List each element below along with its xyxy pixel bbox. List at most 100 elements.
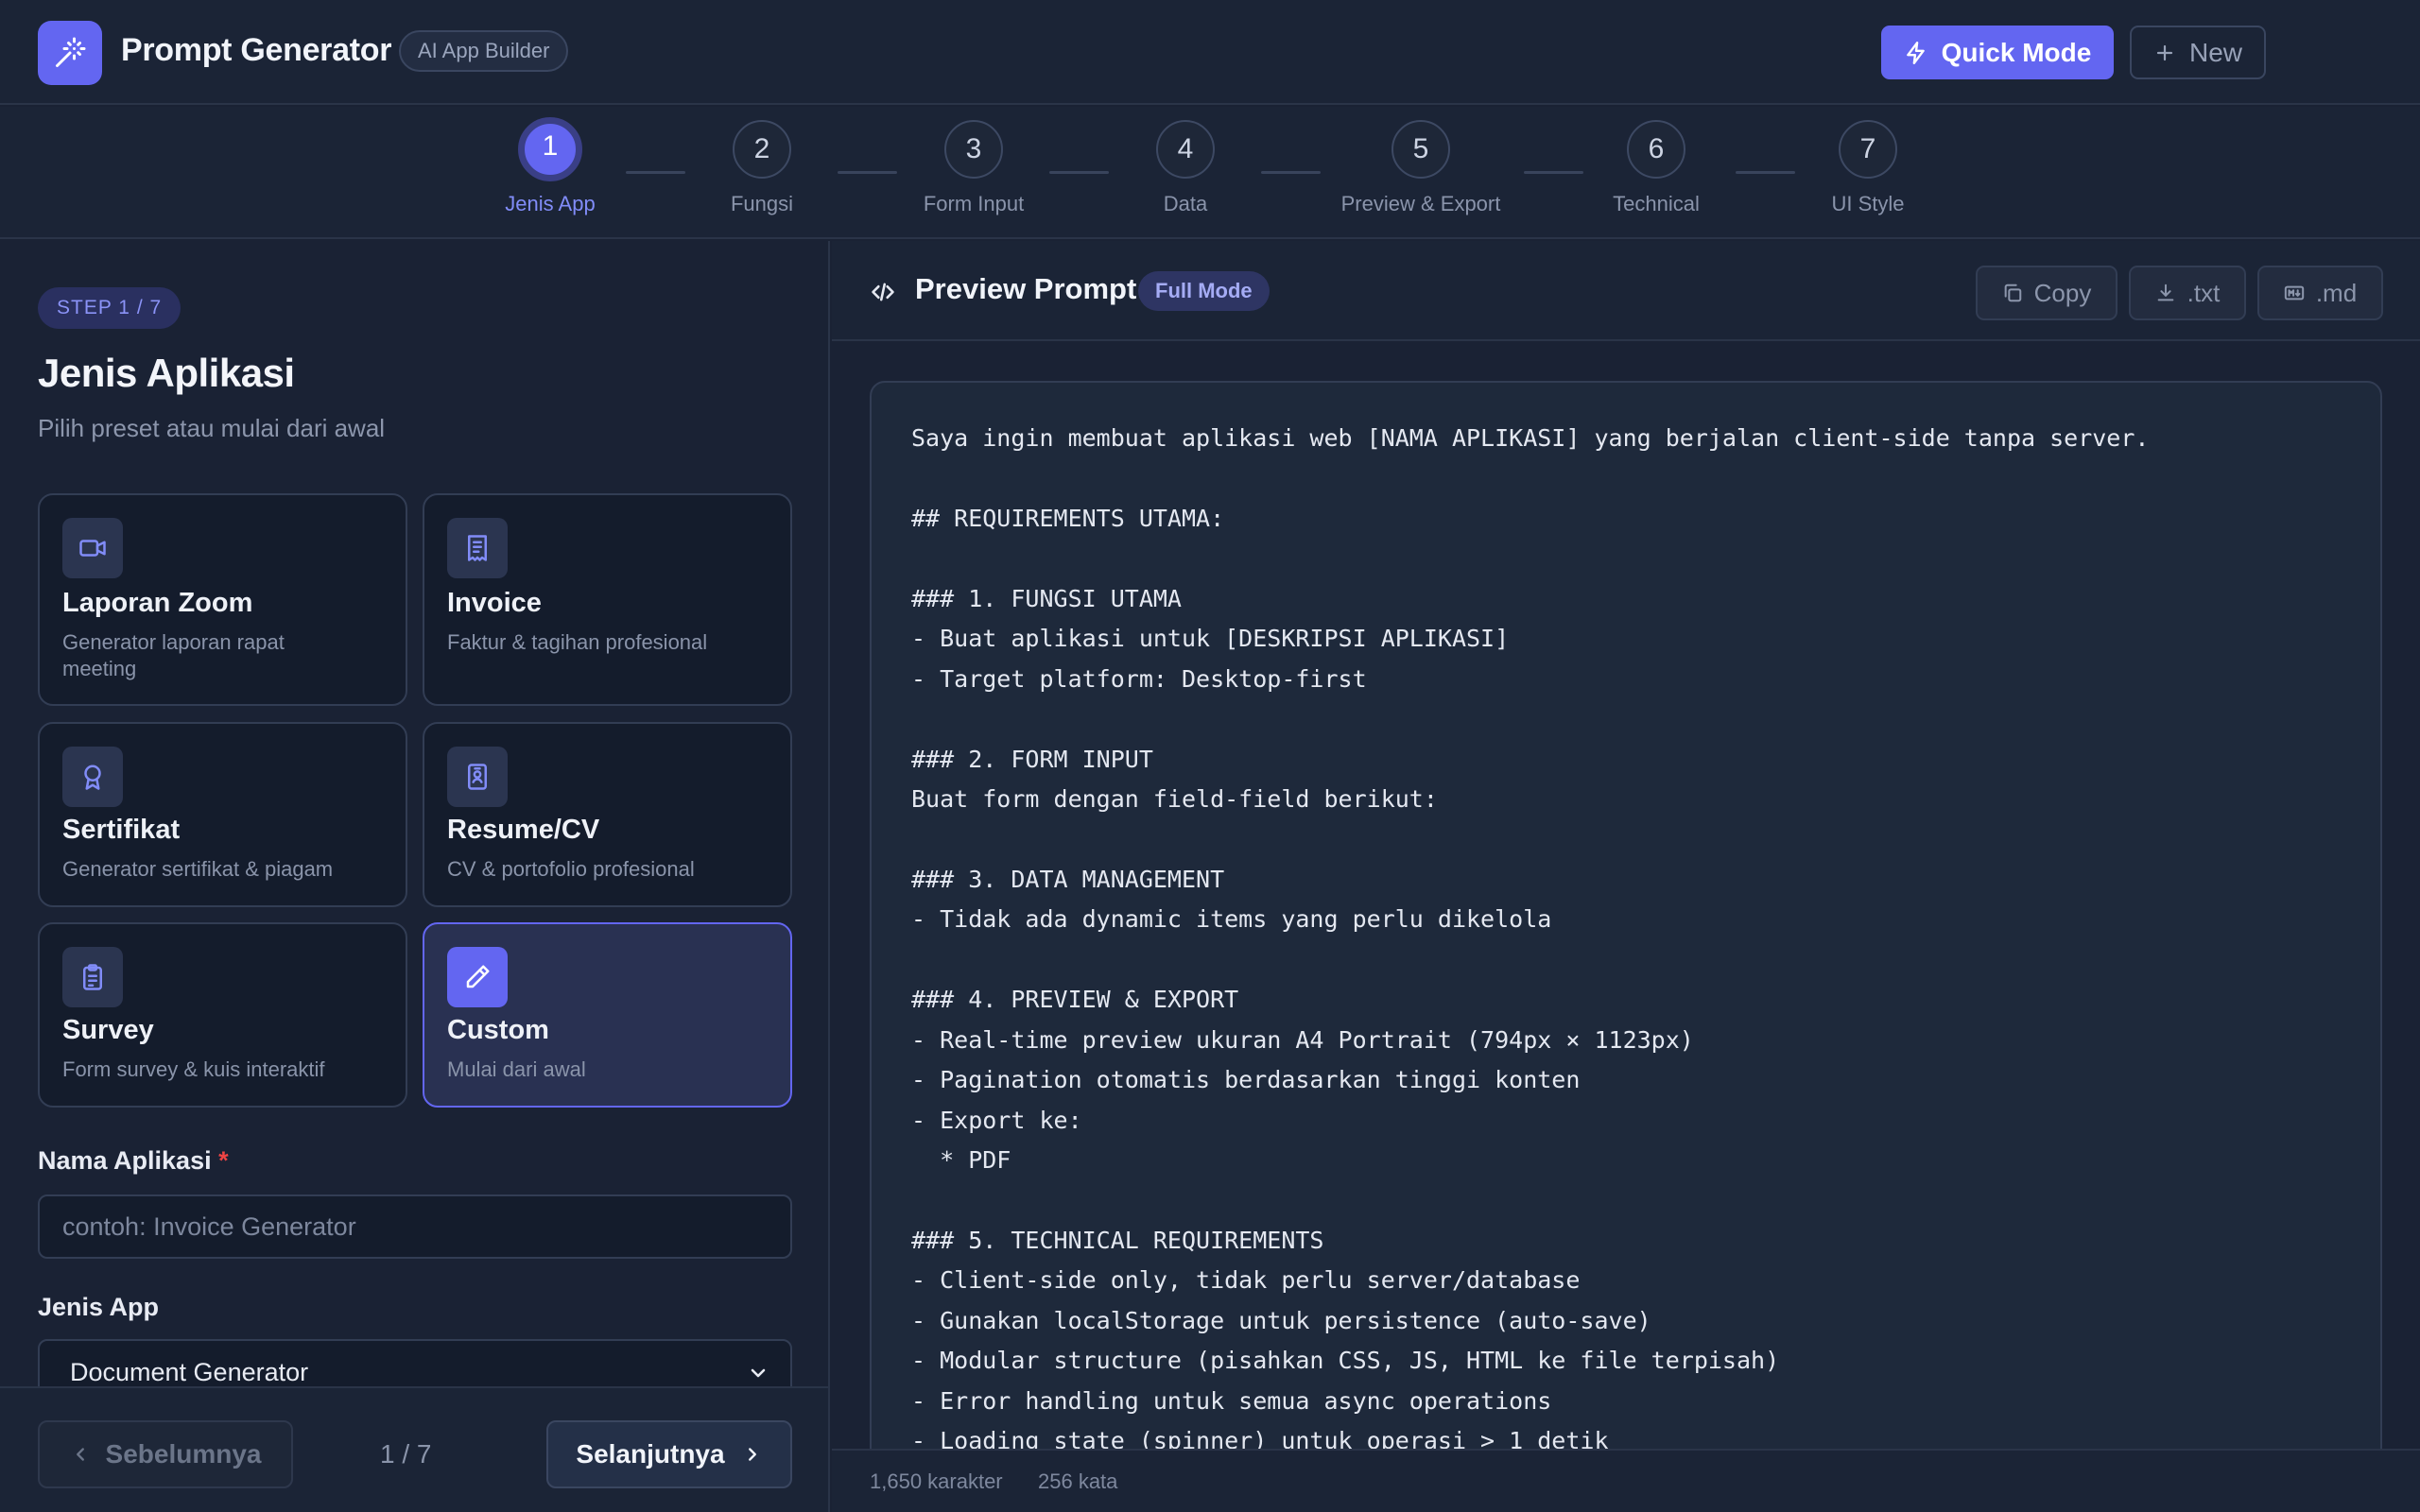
video-icon <box>62 518 123 578</box>
preset-title: Survey <box>62 1015 154 1045</box>
step-progress-badge: STEP 1 / 7 <box>38 287 182 329</box>
copy-icon <box>2004 284 2021 302</box>
step-number: 4 <box>1156 120 1215 179</box>
app-name-label: Nama Aplikasi * <box>38 1146 229 1176</box>
word-count: 256 kata <box>1038 1469 1118 1493</box>
prompt-line: - Target platform: Desktop-first <box>911 665 1367 693</box>
prompt-line: ### 2. FORM INPUT <box>911 746 1153 773</box>
preview-title: Preview Prompt <box>915 272 1137 305</box>
prompt-line: - Export ke: <box>911 1107 1082 1134</box>
download-md-button[interactable]: .md <box>2257 266 2383 320</box>
previous-label: Sebelumnya <box>105 1439 262 1469</box>
new-label: New <box>2188 37 2242 67</box>
step-preview-export[interactable]: 5 Preview & Export <box>1326 120 1515 216</box>
previous-button[interactable]: Sebelumnya <box>38 1420 293 1488</box>
preset-title: Custom <box>447 1015 549 1045</box>
prompt-line: - Gunakan localStorage untuk persistence… <box>911 1307 1651 1334</box>
download-txt-button[interactable]: .txt <box>2129 266 2246 320</box>
prompt-line: * PDF <box>911 1146 1011 1174</box>
step-number: 3 <box>944 120 1003 179</box>
new-button[interactable]: New <box>2130 26 2266 79</box>
md-label: .md <box>2315 278 2358 307</box>
section-subtitle: Pilih preset atau mulai dari awal <box>38 414 386 442</box>
step-label: Data <box>1163 192 1208 215</box>
prompt-preview-text[interactable]: Saya ingin membuat aplikasi web [NAMA AP… <box>870 381 2382 1512</box>
copy-button[interactable]: Copy <box>1976 266 2118 320</box>
step-number: 5 <box>1392 120 1450 179</box>
prompt-line: - Client-side only, tidak perlu server/d… <box>911 1266 1581 1294</box>
step-number: 6 <box>1627 120 1685 179</box>
step-data[interactable]: 4 Data <box>1091 120 1280 216</box>
preset-card-custom[interactable]: Custom Mulai dari awal <box>423 922 792 1108</box>
page-indicator: 1 / 7 <box>380 1439 432 1469</box>
app-name-input[interactable] <box>38 1194 792 1259</box>
app-type-label: Jenis App <box>38 1293 160 1321</box>
magic-wand-icon <box>38 21 102 85</box>
app-header: Prompt Generator AI App Builder Quick Mo… <box>0 0 2420 105</box>
step-number: 1 <box>518 117 582 181</box>
prompt-line: - Pagination otomatis berdasarkan tinggi… <box>911 1066 1581 1093</box>
prompt-line: ### 3. DATA MANAGEMENT <box>911 866 1225 893</box>
step-jenis-app[interactable]: 1 Jenis App <box>456 117 645 216</box>
prompt-line: - Error handling untuk semua async opera… <box>911 1387 1552 1415</box>
markdown-icon <box>2284 285 2305 301</box>
preset-description: Generator laporan rapat meeting <box>62 630 285 680</box>
required-indicator: * <box>218 1146 229 1175</box>
preset-card-sertifikat[interactable]: Sertifikat Generator sertifikat & piagam <box>38 722 407 907</box>
prompt-line: Saya ingin membuat aplikasi web [NAMA AP… <box>911 424 2150 452</box>
download-icon <box>2157 284 2173 301</box>
txt-label: .txt <box>2187 278 2221 307</box>
step-form-input[interactable]: 3 Form Input <box>879 120 1068 216</box>
step-label: Preview & Export <box>1340 192 1501 215</box>
prompt-line: - Real-time preview ukuran A4 Portrait (… <box>911 1026 1694 1054</box>
step-label: UI Style <box>1831 192 1905 215</box>
prompt-line: - Buat aplikasi untuk [DESKRIPSI APLIKAS… <box>911 625 1510 652</box>
preset-card-laporan-zoom[interactable]: Laporan Zoom Generator laporan rapat mee… <box>38 493 407 706</box>
quick-mode-button[interactable]: Quick Mode <box>1881 26 2114 79</box>
character-count: 1,650 karakter <box>870 1469 1003 1493</box>
wizard-navigation: Sebelumnya 1 / 7 Selanjutnya <box>0 1386 828 1512</box>
wizard-form-panel: STEP 1 / 7 Jenis Aplikasi Pilih preset a… <box>0 241 830 1512</box>
preset-description: Generator sertifikat & piagam <box>62 857 334 881</box>
prompt-line: ### 1. FUNGSI UTAMA <box>911 585 1182 612</box>
step-number: 7 <box>1839 120 1897 179</box>
app-title: Prompt Generator <box>121 32 392 68</box>
step-technical[interactable]: 6 Technical <box>1562 120 1751 216</box>
preview-stats-bar: 1,650 karakter 256 kata <box>832 1449 2420 1512</box>
clipboard-icon <box>62 947 123 1007</box>
preset-card-resume-cv[interactable]: Resume/CV CV & portofolio profesional <box>423 722 792 907</box>
preset-title: Sertifikat <box>62 815 181 845</box>
section-title: Jenis Aplikasi <box>38 351 295 395</box>
preset-title: Invoice <box>447 588 542 618</box>
code-icon <box>872 283 894 301</box>
quick-mode-label: Quick Mode <box>1941 37 2092 67</box>
step-ui-style[interactable]: 7 UI Style <box>1773 120 1962 216</box>
step-number: 2 <box>733 120 791 179</box>
prompt-line: - Modular structure (pisahkan CSS, JS, H… <box>911 1347 1780 1374</box>
preview-header: Preview Prompt Full Mode Copy .txt .md <box>832 241 2420 341</box>
preset-description: CV & portofolio profesional <box>447 857 695 881</box>
app-name-label-text: Nama Aplikasi <box>38 1146 212 1175</box>
chevron-right-icon <box>748 1448 756 1461</box>
plus-icon <box>2156 44 2173 60</box>
pencil-icon <box>447 947 508 1007</box>
prompt-line: ### 5. TECHNICAL REQUIREMENTS <box>911 1227 1324 1254</box>
preset-title: Laporan Zoom <box>62 588 253 618</box>
prompt-line: ## REQUIREMENTS UTAMA: <box>911 505 1225 532</box>
step-fungsi[interactable]: 2 Fungsi <box>667 120 856 216</box>
preset-description: Faktur & tagihan profesional <box>447 630 708 654</box>
step-label: Technical <box>1613 192 1700 215</box>
mode-badge: Full Mode <box>1138 271 1270 311</box>
prompt-line: - Tidak ada dynamic items yang perlu dik… <box>911 905 1552 933</box>
step-label: Form Input <box>923 192 1025 215</box>
chevron-left-icon <box>76 1448 84 1461</box>
next-button[interactable]: Selanjutnya <box>546 1420 792 1488</box>
preset-card-invoice[interactable]: Invoice Faktur & tagihan profesional <box>423 493 792 706</box>
chevron-down-icon <box>751 1368 766 1378</box>
preset-title: Resume/CV <box>447 815 600 845</box>
preview-panel: Preview Prompt Full Mode Copy .txt .md S… <box>832 241 2420 1512</box>
preset-description: Mulai dari awal <box>447 1057 586 1081</box>
copy-label: Copy <box>2033 278 2092 307</box>
preset-card-survey[interactable]: Survey Form survey & kuis interaktif <box>38 922 407 1108</box>
step-label: Jenis App <box>505 192 596 215</box>
